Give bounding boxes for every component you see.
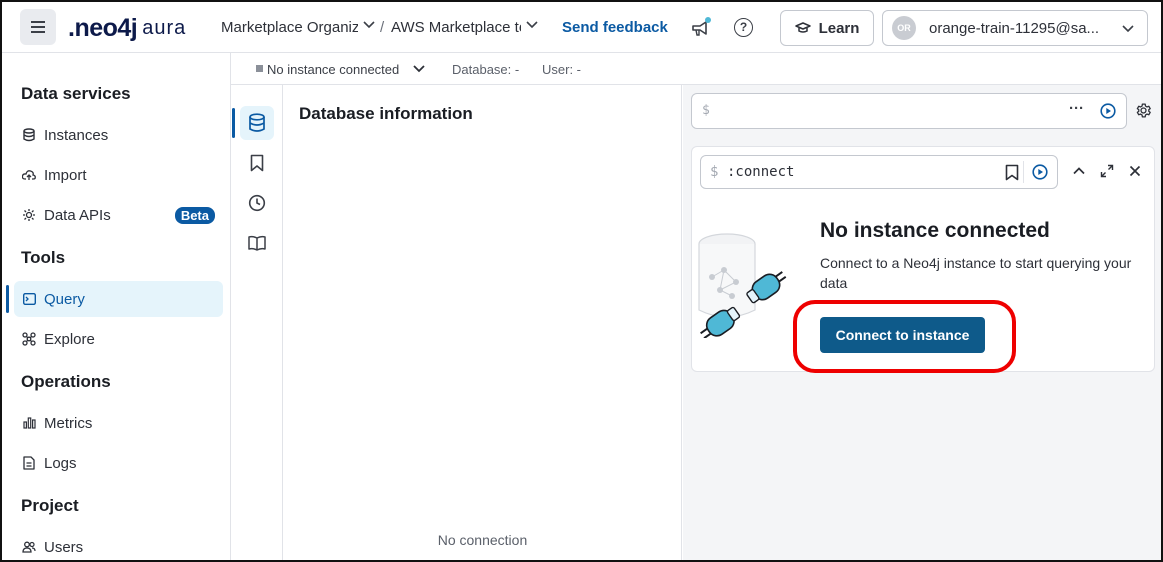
- connection-status-bar: No instance connected Database: - User: …: [231, 53, 1161, 85]
- no-connection-text: No connection: [437, 532, 528, 548]
- sidebar-item-instances[interactable]: Instances: [14, 117, 223, 153]
- metrics-icon: [22, 416, 36, 430]
- sidebar-item-label: Import: [44, 166, 87, 184]
- sidebar-item-users[interactable]: Users: [14, 529, 223, 560]
- sidebar-item-query[interactable]: Query: [6, 281, 223, 317]
- sidebar: Data services Instances Import Data APIs…: [2, 53, 231, 560]
- frame-prompt: $: [710, 164, 719, 180]
- chevron-down-icon[interactable]: [412, 61, 426, 75]
- book-icon: [248, 235, 266, 251]
- status-indicator: [256, 65, 263, 72]
- beta-badge: Beta: [174, 207, 215, 224]
- logo-sub-text: aura: [142, 16, 187, 39]
- sidebar-item-metrics[interactable]: Metrics: [14, 405, 223, 441]
- sidebar-item-explore[interactable]: Explore: [14, 321, 223, 357]
- help-icon[interactable]: ?: [734, 18, 753, 37]
- user-label: User: -: [542, 62, 581, 77]
- section-title-data-services: Data services: [21, 84, 131, 103]
- api-icon: [22, 208, 36, 222]
- editor-prompt: $: [702, 103, 710, 118]
- database-information-panel: Database information No connection: [283, 85, 682, 560]
- card-title: No instance connected: [820, 219, 1050, 242]
- run-query-icon[interactable]: [1032, 164, 1048, 180]
- graduation-cap-icon: [794, 22, 811, 33]
- account-label: orange-train-11295@sa...: [929, 19, 1100, 37]
- highlight-annotation: [793, 300, 1016, 373]
- hamburger-icon: [31, 21, 45, 33]
- saved-cypher-tab[interactable]: [240, 146, 274, 180]
- sidebar-item-label: Query: [44, 290, 85, 308]
- database-label: Database: -: [452, 62, 520, 77]
- close-icon[interactable]: [1128, 164, 1142, 178]
- query-side-rail: [231, 85, 283, 560]
- clock-icon: [248, 194, 266, 212]
- sidebar-item-logs[interactable]: Logs: [14, 445, 223, 481]
- gear-icon[interactable]: [1135, 102, 1152, 119]
- database-info-tab[interactable]: [232, 106, 274, 140]
- chevron-down-icon: [1122, 25, 1134, 33]
- frame-command-editor[interactable]: $ :connect: [700, 155, 1058, 189]
- logo-main-text: .neo4j: [68, 13, 138, 42]
- users-icon: [22, 540, 36, 554]
- section-title-tools: Tools: [21, 248, 66, 267]
- disconnected-plug-illustration: [698, 233, 787, 338]
- sidebar-item-import[interactable]: Import: [14, 157, 223, 193]
- database-icon: [249, 113, 265, 132]
- run-query-icon[interactable]: [1100, 103, 1116, 119]
- sidebar-item-data-apis[interactable]: Data APIs Beta: [14, 197, 223, 233]
- bookmark-icon: [250, 154, 264, 172]
- menu-button[interactable]: [20, 9, 56, 45]
- section-title-operations: Operations: [21, 372, 111, 391]
- top-bar: .neo4j aura Marketplace Organization / A…: [2, 2, 1161, 53]
- collapse-icon[interactable]: [1072, 164, 1086, 178]
- more-options-icon[interactable]: ···: [1069, 100, 1084, 117]
- cypher-editor[interactable]: $ ···: [691, 93, 1127, 129]
- bookmark-icon[interactable]: [1005, 164, 1019, 181]
- explore-icon: [22, 332, 36, 346]
- chevron-down-icon[interactable]: [362, 17, 376, 31]
- cloud-upload-icon: [22, 168, 36, 182]
- sidebar-item-label: Data APIs: [44, 206, 111, 224]
- app-window: .neo4j aura Marketplace Organization / A…: [0, 0, 1163, 562]
- divider: [1023, 161, 1024, 183]
- card-description: Connect to a Neo4j instance to start que…: [820, 255, 1132, 291]
- section-title-project: Project: [21, 496, 79, 515]
- breadcrumb-organization[interactable]: Marketplace Organization: [221, 19, 358, 36]
- frame-command: :connect: [727, 164, 795, 180]
- learn-button[interactable]: Learn: [780, 10, 874, 46]
- send-feedback-link[interactable]: Send feedback: [562, 19, 668, 36]
- chevron-down-icon[interactable]: [525, 17, 539, 31]
- query-icon: [22, 292, 36, 306]
- guides-tab[interactable]: [240, 226, 274, 260]
- account-menu[interactable]: OR orange-train-11295@sa...: [882, 10, 1148, 46]
- logo[interactable]: .neo4j aura: [68, 13, 187, 42]
- panel-title: Database information: [299, 104, 473, 123]
- expand-icon[interactable]: [1100, 164, 1114, 178]
- sidebar-item-label: Instances: [44, 126, 109, 144]
- avatar: OR: [892, 16, 916, 40]
- sidebar-item-label: Logs: [44, 454, 77, 472]
- learn-label: Learn: [818, 19, 860, 37]
- connection-status[interactable]: No instance connected: [267, 62, 399, 77]
- sidebar-item-label: Explore: [44, 330, 95, 348]
- sidebar-item-label: Users: [44, 538, 84, 556]
- sidebar-item-label: Metrics: [44, 414, 93, 432]
- notifications-megaphone-icon[interactable]: [690, 17, 712, 39]
- history-tab[interactable]: [240, 186, 274, 220]
- breadcrumb-project[interactable]: AWS Marketplace tenant: [391, 19, 521, 36]
- logs-icon: [22, 456, 36, 470]
- breadcrumb-separator: /: [380, 19, 385, 36]
- database-icon: [22, 128, 36, 142]
